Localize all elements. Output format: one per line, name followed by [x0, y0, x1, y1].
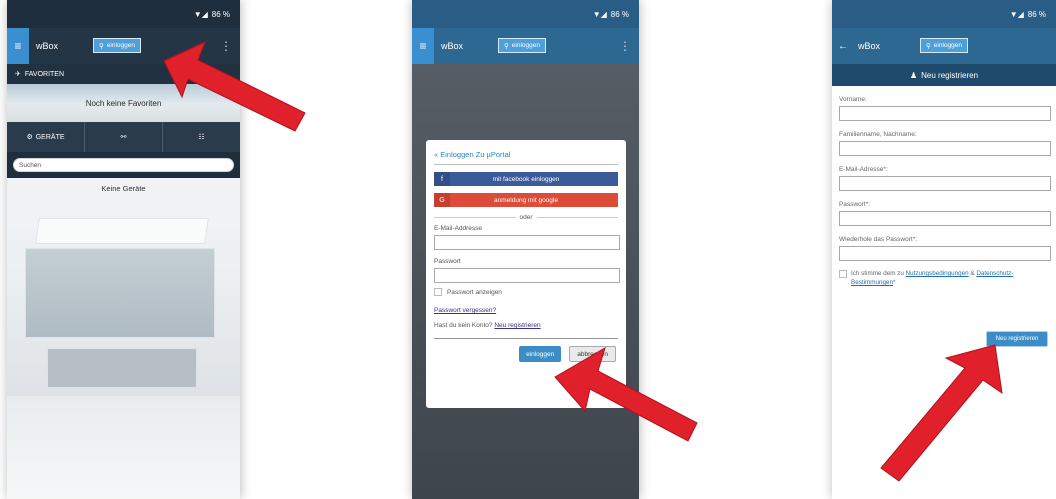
search-input[interactable]: Suchen	[13, 158, 234, 172]
signal-icons: ▼◢	[193, 9, 208, 19]
app-bar: ≡ wBox ⚲ einloggen ⋮	[412, 28, 639, 64]
tab-devices-label: GERÄTE	[35, 133, 65, 141]
tab-controls[interactable]: ☷	[163, 122, 240, 152]
app-brand: wBox	[441, 41, 464, 51]
login-button[interactable]: ⚲ einloggen	[920, 38, 968, 53]
or-label: oder	[519, 214, 533, 221]
overflow-menu-icon[interactable]: ⋮	[220, 39, 232, 53]
app-brand: wBox	[858, 41, 881, 51]
first-name-field[interactable]	[839, 106, 1051, 121]
search-bar: Suchen	[7, 152, 240, 178]
phone-home-screen: ▼◢ 86 % ≡ wBox ⚲ einloggen ⋮ ✈ FAVORITEN…	[7, 0, 240, 499]
signal-icons: ▼◢	[592, 9, 607, 19]
pin-icon: ✈	[15, 71, 21, 78]
link-icon: ⚯	[120, 134, 127, 141]
terms-text: Ich stimme dem zu Nutzungsbedingungen & …	[851, 269, 1051, 287]
password-field[interactable]	[434, 268, 620, 283]
dialog-title: « Einloggen Zu µPortal	[434, 150, 618, 165]
login-dialog: « Einloggen Zu µPortal f mit facebook ei…	[426, 140, 626, 408]
agree-and: &	[970, 270, 975, 277]
status-bar: ▼◢ 86 %	[832, 0, 1056, 28]
show-password-row: Passwort anzeigen	[434, 288, 618, 296]
facebook-login-button[interactable]: f mit facebook einloggen	[434, 172, 618, 186]
no-account-row: Hast du kein Konto? Neu registrieren	[434, 322, 618, 329]
password-label: Passwort	[434, 258, 461, 265]
signal-icons: ▼◢	[1009, 9, 1024, 19]
facebook-icon: f	[434, 172, 450, 186]
battery-level: 86 %	[1027, 9, 1046, 19]
register-header-title: Neu registrieren	[921, 70, 979, 80]
no-account-text: Hast du kein Konto?	[434, 322, 493, 329]
key-icon: ⚲	[504, 42, 509, 50]
facebook-login-label: mit facebook einloggen	[492, 175, 560, 183]
google-login-button[interactable]: G anmeldung mit google	[434, 193, 618, 207]
google-login-label: anmeldung mit google	[494, 196, 558, 204]
tab-devices[interactable]: ⚙ GERÄTE	[7, 122, 85, 152]
login-button[interactable]: ⚲ einloggen	[498, 38, 546, 53]
email-field[interactable]	[839, 176, 1051, 191]
login-button-label: einloggen	[933, 42, 962, 49]
register-submit-button[interactable]: Neu registrieren	[986, 331, 1048, 347]
battery-level: 86 %	[610, 9, 629, 19]
divider-line	[536, 217, 619, 218]
terms-checkbox[interactable]	[839, 270, 847, 278]
first-name-label: Vorname:	[839, 96, 867, 103]
login-submit-button[interactable]: einloggen	[519, 346, 562, 362]
dialog-separator	[434, 338, 618, 339]
last-name-label: Familienname, Nachname:	[839, 131, 917, 138]
email-label: E-Mail-Adresse*:	[839, 166, 888, 173]
agree-prefix: Ich stimme dem zu	[851, 270, 904, 277]
register-form: Vorname: Familienname, Nachname: E-Mail-…	[832, 96, 1056, 287]
last-name-field[interactable]	[839, 141, 1051, 156]
password-label: Passwort*:	[839, 201, 871, 208]
phone-login-dialog: ▼◢ 86 % ≡ wBox ⚲ einloggen ⋮ « Einloggen…	[412, 0, 639, 499]
hamburger-menu-icon[interactable]: ≡	[7, 28, 29, 64]
image-veil	[7, 178, 240, 499]
or-divider: oder	[434, 214, 619, 221]
devices-empty-message: Keine Geräte	[101, 184, 146, 193]
sliders-icon: ☷	[198, 134, 205, 141]
email-field[interactable]	[434, 235, 620, 250]
dialog-actions: einloggen abbrechen	[434, 346, 618, 362]
favorites-empty-message: Noch keine Favoriten	[7, 84, 240, 122]
show-password-checkbox[interactable]	[434, 288, 442, 296]
favorites-header-label: FAVORITEN	[24, 70, 65, 78]
user-icon: ♟	[909, 70, 918, 80]
register-header: ♟ Neu registrieren	[832, 64, 1056, 86]
cancel-button[interactable]: abbrechen	[569, 346, 616, 362]
repeat-password-label: Wiederhole das Passwort*:	[839, 236, 918, 243]
gear-icon: ⚙	[26, 134, 33, 141]
status-bar: ▼◢ 86 %	[7, 0, 240, 28]
app-bar: ← wBox ⚲ einloggen	[832, 28, 1056, 64]
terms-agreement-row: Ich stimme dem zu Nutzungsbedingungen & …	[839, 269, 1051, 287]
show-password-label: Passwort anzeigen	[447, 288, 502, 296]
key-icon: ⚲	[99, 42, 104, 50]
app-bar: ≡ wBox ⚲ einloggen ⋮	[7, 28, 240, 64]
agree-suffix: *	[893, 279, 896, 286]
battery-level: 86 %	[211, 9, 230, 19]
login-button-label: einloggen	[511, 42, 540, 49]
phone-register-screen: ▼◢ 86 % ← wBox ⚲ einloggen ♟ Neu registr…	[832, 0, 1056, 499]
device-tabs: ⚙ GERÄTE ⚯ ☷	[7, 122, 240, 152]
overflow-menu-icon[interactable]: ⋮	[619, 39, 631, 53]
key-icon: ⚲	[926, 42, 931, 50]
device-list-area: Keine Geräte	[7, 178, 240, 499]
forgot-password-link[interactable]: Passwort vergessen?	[434, 307, 618, 314]
divider-line	[434, 217, 516, 218]
status-bar: ▼◢ 86 %	[412, 0, 639, 28]
favorites-header: ✈ FAVORITEN	[7, 64, 240, 84]
repeat-password-field[interactable]	[839, 246, 1051, 261]
login-button[interactable]: ⚲ einloggen	[93, 38, 141, 53]
login-button-label: einloggen	[106, 42, 135, 49]
email-label: E-Mail-Addresse	[434, 225, 483, 232]
terms-link[interactable]: Nutzungsbedingungen	[906, 270, 969, 277]
back-arrow-icon[interactable]: ←	[832, 41, 854, 52]
tab-links[interactable]: ⚯	[85, 122, 163, 152]
hamburger-menu-icon[interactable]: ≡	[412, 28, 434, 64]
tutorial-stage: ▼◢ 86 % ≡ wBox ⚲ einloggen ⋮ ✈ FAVORITEN…	[0, 0, 1056, 499]
password-field[interactable]	[839, 211, 1051, 226]
register-link[interactable]: Neu registrieren	[494, 322, 540, 329]
google-icon: G	[434, 193, 450, 207]
app-brand: wBox	[36, 41, 59, 51]
